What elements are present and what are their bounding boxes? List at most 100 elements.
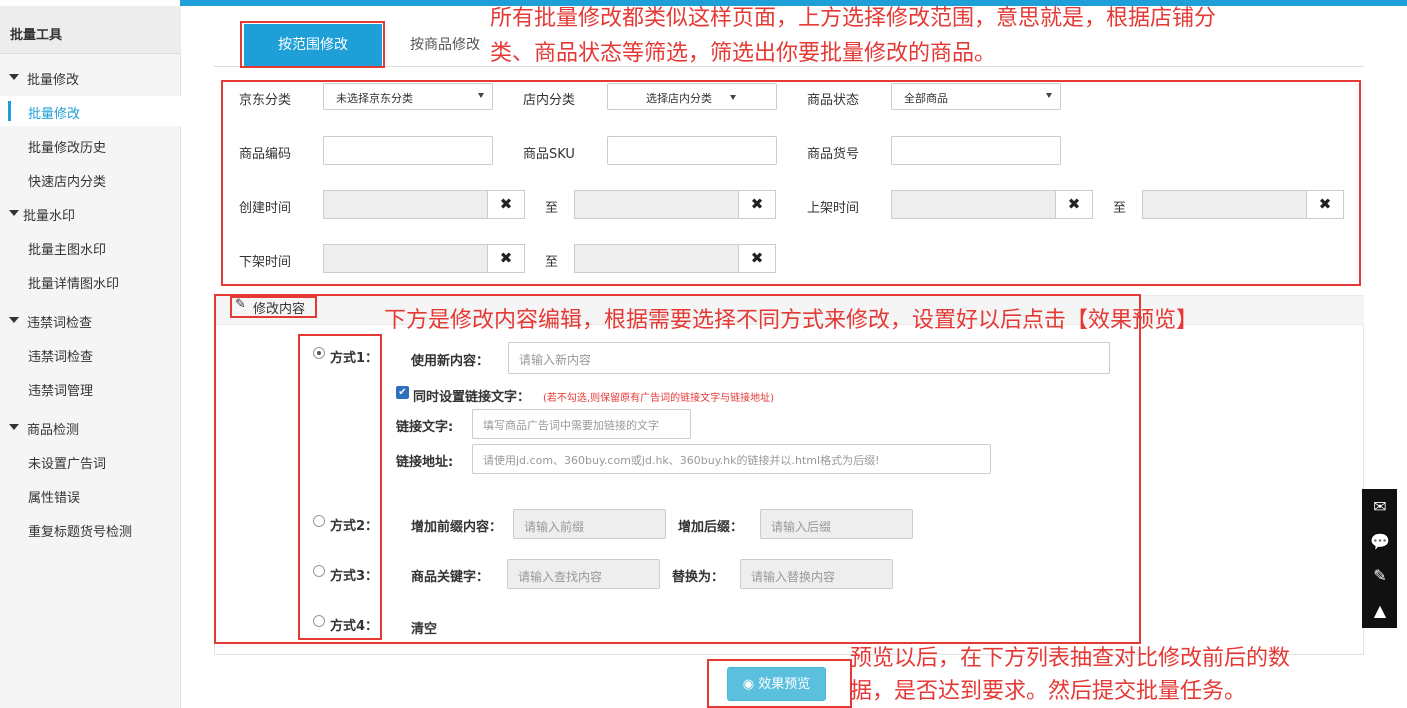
clear-icon[interactable]: ✖: [1306, 190, 1344, 219]
edit-section-title: 修改内容: [253, 302, 306, 317]
mode1-label: 方式1：: [330, 351, 379, 366]
link-check-label: 同时设置链接文字：: [413, 390, 531, 405]
sidebar-group-detect[interactable]: 商品检测: [0, 412, 181, 442]
jd-category-value: 未选择京东分类: [336, 92, 413, 105]
keyword-input[interactable]: 请输入查找内容: [507, 559, 660, 589]
preview-button[interactable]: ◉ 效果预览: [727, 667, 826, 701]
item-no-input[interactable]: [891, 136, 1061, 165]
list-time-end-input[interactable]: [1142, 190, 1307, 219]
mode4-label: 方式4：: [330, 619, 379, 634]
mode2-label: 方式2：: [330, 519, 379, 534]
sidebar-item-label: 违禁词检查: [28, 350, 94, 365]
create-time-label: 创建时间: [239, 201, 292, 216]
sku-input[interactable]: [607, 136, 777, 165]
mail-icon[interactable]: ✉: [1370, 497, 1390, 517]
chevron-down-icon: [730, 95, 736, 100]
replace-label: 替换为：: [672, 570, 725, 585]
sidebar-group-batch-edit[interactable]: 批量修改: [0, 62, 181, 92]
suffix-input[interactable]: 请输入后缀: [760, 509, 913, 539]
mode3-label: 方式3：: [330, 569, 379, 584]
annotation-top-line2: 类、商品状态等筛选，筛选出你要批量修改的商品。: [490, 41, 997, 66]
sidebar-item-label: 属性错误: [28, 491, 81, 506]
sidebar-item-attr-error[interactable]: 属性错误: [0, 480, 181, 510]
sidebar-item-quick-category[interactable]: 快速店内分类: [0, 164, 181, 194]
caret-down-icon: [9, 74, 19, 80]
preview-button-label: 效果预览: [758, 677, 811, 692]
tab-by-product[interactable]: 按商品修改: [390, 24, 500, 66]
sidebar-group-watermark[interactable]: 批量水印: [0, 198, 181, 228]
link-url-label: 链接地址:: [396, 455, 454, 470]
sidebar-item-label: 批量主图水印: [28, 243, 107, 258]
mode2-radio[interactable]: [313, 515, 325, 527]
mode4-radio[interactable]: [313, 615, 325, 627]
sidebar-item-detail-watermark[interactable]: 批量详情图水印: [0, 266, 181, 296]
suffix-label: 增加后缀：: [678, 520, 744, 535]
active-indicator: [8, 101, 11, 121]
sku-label: 商品SKU: [523, 147, 575, 162]
sidebar-item-main-watermark[interactable]: 批量主图水印: [0, 232, 181, 262]
annotation-top-line1: 所有批量修改都类似这样页面，上方选择修改范围，意思就是，根据店铺分: [490, 6, 1217, 31]
link-check-hint: (若不勾选,则保留原有广告词的链接文字与链接地址): [543, 393, 774, 404]
link-checkbox[interactable]: ✔: [396, 386, 409, 399]
keyword-label: 商品关键字：: [411, 570, 490, 585]
sidebar-item-label: 重复标题货号检测: [28, 525, 133, 540]
floating-toolbar: ✉ 💬 ✎ ▲: [1362, 489, 1397, 628]
sidebar-item-label: 违禁词检查: [27, 316, 93, 331]
sidebar-item-label: 商品检测: [27, 423, 80, 438]
sidebar-item-forbidden-check[interactable]: 违禁词检查: [0, 339, 181, 369]
sidebar-item-batch-edit[interactable]: 批量修改: [0, 96, 181, 126]
use-new-label: 使用新内容：: [411, 354, 490, 369]
edit-icon[interactable]: ✎: [1370, 566, 1390, 586]
status-label: 商品状态: [807, 93, 860, 108]
create-time-end-input[interactable]: [574, 190, 739, 219]
clear-icon[interactable]: ✖: [1055, 190, 1093, 219]
delist-time-label: 下架时间: [239, 255, 292, 270]
status-value: 全部商品: [904, 92, 948, 105]
prefix-input[interactable]: 请输入前缀: [513, 509, 666, 539]
product-code-input[interactable]: [323, 136, 493, 165]
mode1-radio[interactable]: [313, 347, 325, 359]
new-content-input[interactable]: 请输入新内容: [508, 342, 1110, 374]
tab-by-range[interactable]: 按范围修改: [244, 24, 382, 66]
clear-icon[interactable]: ✖: [487, 190, 525, 219]
product-code-label: 商品编码: [239, 147, 292, 162]
sidebar-item-forbidden-manage[interactable]: 违禁词管理: [0, 373, 181, 403]
clear-label: 清空: [411, 622, 438, 637]
mode3-radio[interactable]: [313, 565, 325, 577]
chevron-down-icon: [1046, 93, 1052, 98]
create-time-start-input[interactable]: [323, 190, 488, 219]
delist-time-end-input[interactable]: [574, 244, 739, 273]
sidebar-item-no-ad[interactable]: 未设置广告词: [0, 446, 181, 476]
sidebar-group-forbidden[interactable]: 违禁词检查: [0, 305, 181, 335]
to-label: 至: [1113, 201, 1127, 216]
clear-icon[interactable]: ✖: [738, 190, 776, 219]
sidebar-item-label: 违禁词管理: [28, 384, 94, 399]
clear-icon[interactable]: ✖: [487, 244, 525, 273]
chevron-down-icon: [478, 93, 484, 98]
sidebar-item-duplicate[interactable]: 重复标题货号检测: [0, 514, 181, 544]
back-to-top-icon[interactable]: ▲: [1370, 601, 1390, 621]
list-time-start-input[interactable]: [891, 190, 1056, 219]
jd-category-label: 京东分类: [239, 93, 292, 108]
status-select[interactable]: 全部商品: [891, 83, 1061, 110]
clear-icon[interactable]: ✖: [738, 244, 776, 273]
annotation-middle: 下方是修改内容编辑，根据需要选择不同方式来修改，设置好以后点击【效果预览】: [384, 308, 1199, 333]
sidebar-title: 批量工具: [10, 28, 63, 43]
jd-category-select[interactable]: 未选择京东分类: [323, 83, 493, 110]
sidebar-item-edit-history[interactable]: 批量修改历史: [0, 130, 181, 160]
sidebar-header: 批量工具: [0, 6, 181, 54]
sidebar-item-label: 批量水印: [23, 209, 76, 224]
shop-category-select[interactable]: 选择店内分类: [607, 83, 777, 110]
list-time-label: 上架时间: [807, 201, 860, 216]
sidebar-item-label: 快速店内分类: [28, 175, 107, 190]
link-text-input[interactable]: 填写商品广告词中需要加链接的文字: [472, 409, 691, 439]
delist-time-start-input[interactable]: [323, 244, 488, 273]
caret-down-icon: [9, 317, 19, 323]
caret-down-icon: [9, 424, 19, 430]
edit-section-body: [214, 325, 1364, 655]
edit-icon: ✎: [235, 297, 246, 312]
chat-icon[interactable]: 💬: [1370, 532, 1390, 552]
replace-input[interactable]: 请输入替换内容: [740, 559, 893, 589]
link-url-input[interactable]: 请使用jd.com、360buy.com或jd.hk、360buy.hk的链接并…: [472, 444, 991, 474]
to-label: 至: [545, 201, 559, 216]
